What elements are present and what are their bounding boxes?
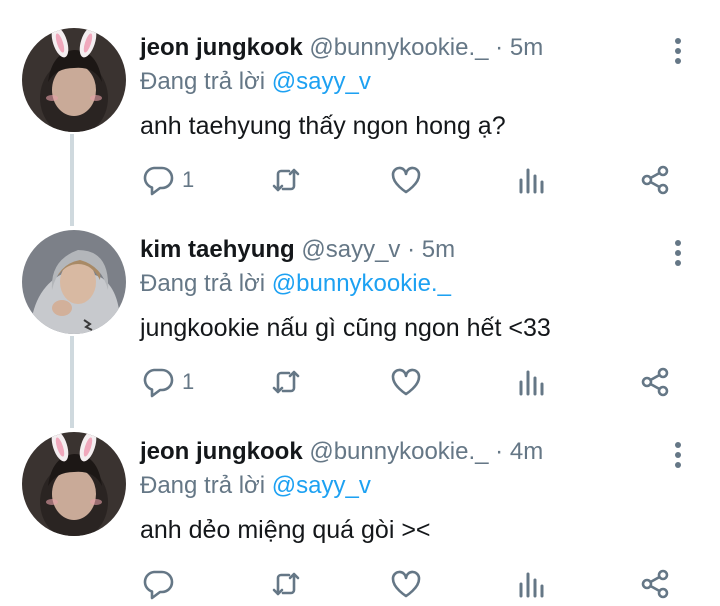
retweet-button[interactable] [272,564,300,604]
share-icon [641,367,669,397]
replying-to: Đang trả lời @sayy_v [140,472,371,500]
tweet-header: kim taehyung @sayy_v · 5m [140,236,455,264]
user-handle[interactable]: @bunnykookie._ [309,438,488,465]
like-button[interactable] [390,362,422,402]
reply-count: 1 [182,167,195,192]
reply-button[interactable]: 1 [142,362,194,402]
timestamp[interactable]: 5m [510,34,543,61]
analytics-button[interactable] [518,564,544,604]
replying-to-label: Đang trả lời [140,270,266,297]
more-vertical-icon[interactable] [668,440,688,470]
share-button[interactable] [640,160,670,200]
tweet-header: jeon jungkook @bunnykookie._ · 4m [140,438,543,466]
share-icon [641,165,669,195]
reply-count: 1 [182,369,195,394]
action-bar: 1 [0,160,720,200]
avatar[interactable] [22,432,126,536]
display-name[interactable]: kim taehyung [140,236,295,263]
like-button[interactable] [390,160,422,200]
heart-icon [391,368,421,396]
display-name[interactable]: jeon jungkook [140,34,303,61]
analytics-icon [519,572,544,598]
reply-icon [143,570,174,600]
tweet-text: anh dẻo miệng quá gòi >< [140,516,431,544]
more-vertical-icon[interactable] [668,36,688,66]
separator-dot: · [495,438,504,465]
share-icon [641,569,669,599]
separator-dot: · [407,236,416,263]
reply-button[interactable] [142,564,182,604]
share-button[interactable] [640,564,670,604]
separator-dot: · [495,34,504,61]
analytics-icon [519,370,544,396]
replying-to-handle[interactable]: @sayy_v [272,472,371,499]
analytics-button[interactable] [518,362,544,402]
replying-to-handle[interactable]: @sayy_v [272,68,371,95]
avatar[interactable] [22,230,126,334]
retweet-icon [272,572,300,596]
avatar[interactable] [22,28,126,132]
action-bar: 1 [0,362,720,402]
replying-to: Đang trả lời @bunnykookie._ [140,270,451,298]
analytics-button[interactable] [518,160,544,200]
like-button[interactable] [390,564,422,604]
heart-icon [391,570,421,598]
heart-icon [391,166,421,194]
replying-to-label: Đang trả lời [140,68,266,95]
replying-to: Đang trả lời @sayy_v [140,68,371,96]
user-handle[interactable]: @sayy_v [301,236,400,263]
tweet[interactable]: jeon jungkook @bunnykookie._ · 5m Đang t… [0,28,720,218]
retweet-icon [272,370,300,394]
user-handle[interactable]: @bunnykookie._ [309,34,488,61]
action-bar [0,564,720,604]
reply-icon [143,368,174,398]
tweet-text: jungkookie nấu gì cũng ngon hết <33 [140,314,551,342]
timestamp[interactable]: 4m [510,438,543,465]
tweet[interactable]: kim taehyung @sayy_v · 5m Đang trả lời @… [0,230,720,420]
tweet[interactable]: jeon jungkook @bunnykookie._ · 4m Đang t… [0,432,720,606]
retweet-icon [272,168,300,192]
replying-to-handle[interactable]: @bunnykookie._ [272,270,451,297]
reply-button[interactable]: 1 [142,160,194,200]
retweet-button[interactable] [272,160,300,200]
reply-icon [143,166,174,196]
retweet-button[interactable] [272,362,300,402]
timestamp[interactable]: 5m [422,236,455,263]
share-button[interactable] [640,362,670,402]
tweet-header: jeon jungkook @bunnykookie._ · 5m [140,34,543,62]
display-name[interactable]: jeon jungkook [140,438,303,465]
replying-to-label: Đang trả lời [140,472,266,499]
more-vertical-icon[interactable] [668,238,688,268]
analytics-icon [519,168,544,194]
tweet-text: anh taehyung thấy ngon hong ạ? [140,112,506,140]
